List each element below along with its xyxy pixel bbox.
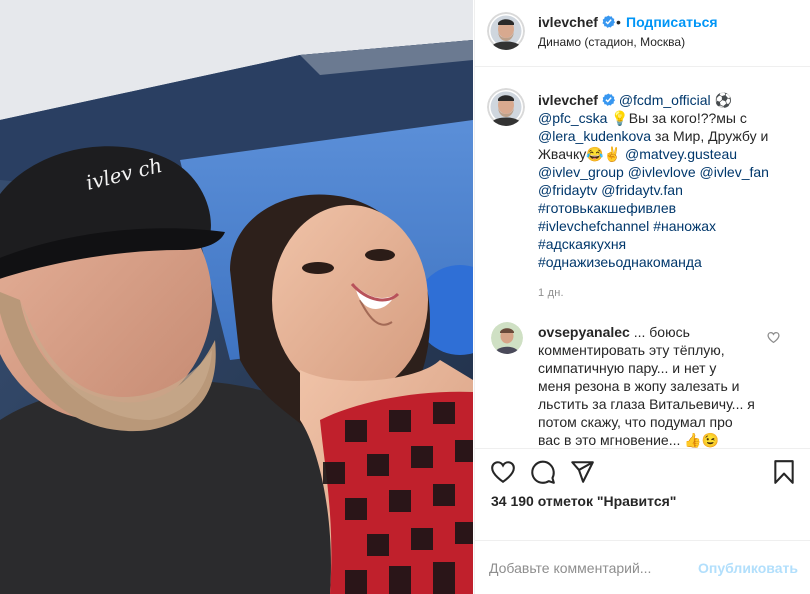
comments-area[interactable]: ivlevchef @fcdm_official ⚽ @pfc_cska 💡Вы … (475, 68, 810, 448)
share-icon[interactable] (569, 459, 595, 485)
hashtag-link[interactable]: #ivlevchefchannel (538, 218, 649, 234)
caption-line: @fridaytv @fridaytv.fan (538, 181, 800, 199)
mention-link[interactable]: @matvey.gusteau (625, 146, 737, 162)
caption-plain-text: ⚽ (710, 92, 732, 108)
caption-line: Жвачку😂✌ @matvey.gusteau (538, 145, 800, 163)
hashtag-link[interactable]: #адскаякухня (538, 236, 626, 252)
hashtag-link[interactable]: #однажизеьоднакоманда (538, 254, 702, 270)
caption-plain-text: за Мир, Дружбу и (651, 128, 769, 144)
author-avatar[interactable] (487, 12, 525, 50)
post-timestamp[interactable]: 1 дн. (538, 287, 564, 299)
comment-like-heart-icon[interactable] (767, 331, 780, 344)
separator-dot: • (616, 14, 621, 30)
caption-line: #готовькакшефивлев (538, 199, 800, 217)
caption-line: ivlevchef @fcdm_official ⚽ (538, 91, 800, 109)
comment-text: ovsepyanalec ... боюсь комментировать эт… (538, 324, 755, 448)
hashtag-link[interactable]: #готовькакшефивлев (538, 200, 676, 216)
heart-icon[interactable] (490, 459, 516, 485)
mention-link[interactable]: @pfc_cska (538, 110, 607, 126)
verified-badge-icon (602, 15, 615, 28)
caption-line: @pfc_cska 💡Вы за кого!??мы с (538, 109, 800, 127)
caption-plain-text: Жвачку😂✌ (538, 146, 626, 162)
publish-button[interactable]: Опубликовать (698, 560, 798, 576)
add-comment-bar: Опубликовать (475, 540, 810, 594)
follow-button[interactable]: Подписаться (626, 14, 718, 30)
post-header: ivlevchef • Подписаться Динамо (стадион,… (475, 0, 810, 67)
hashtag-link[interactable]: #наножах (653, 218, 716, 234)
comment-icon[interactable] (530, 459, 556, 485)
author-username[interactable]: ivlevchef (538, 14, 615, 30)
selfie-image: ivlev ch (0, 0, 473, 594)
mention-link[interactable]: @lera_kudenkova (538, 128, 651, 144)
mention-link[interactable]: @ivlev_fan (700, 164, 769, 180)
mention-link[interactable]: @fcdm_official (619, 92, 711, 108)
caption-text: ivlevchef @fcdm_official ⚽ @pfc_cska 💡Вы … (538, 91, 800, 271)
caption-line: @ivlev_group @ivlevlove @ivlev_fan (538, 163, 800, 181)
comment-input[interactable] (489, 557, 689, 579)
caption-author-username[interactable]: ivlevchef (538, 92, 598, 108)
post-photo[interactable]: ivlev ch (0, 0, 473, 594)
likes-count[interactable]: 34 190 отметок "Нравится" (491, 493, 676, 509)
verified-badge-icon (602, 93, 615, 106)
caption-line: #однажизеьоднакоманда (538, 253, 800, 271)
caption-author-avatar[interactable] (487, 88, 525, 126)
bookmark-icon[interactable] (771, 459, 797, 485)
location-link[interactable]: Динамо (стадион, Москва) (538, 35, 685, 49)
mention-link[interactable]: @ivlev_group (538, 164, 624, 180)
caption-line: @lera_kudenkova за Мир, Дружбу и (538, 127, 800, 145)
commenter-username[interactable]: ovsepyanalec (538, 324, 630, 340)
mention-link[interactable]: @fridaytv (538, 182, 597, 198)
mention-link[interactable]: @fridaytv.fan (601, 182, 683, 198)
caption-line: #ivlevchefchannel #наножах (538, 217, 800, 235)
caption-plain-text: 💡Вы за кого!??мы с (607, 110, 747, 126)
post-sidebar: ivlevchef • Подписаться Динамо (стадион,… (474, 0, 810, 594)
caption-line: #адскаякухня (538, 235, 800, 253)
mention-link[interactable]: @ivlevlove (628, 164, 696, 180)
commenter-avatar[interactable] (491, 322, 523, 354)
